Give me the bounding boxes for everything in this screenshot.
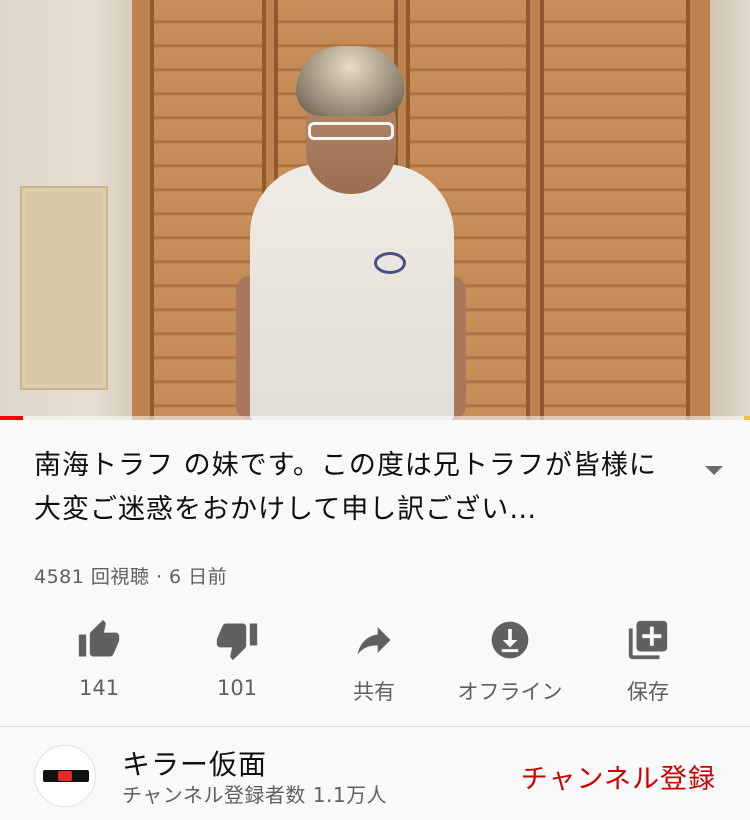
channel-row: キラー仮面 チャンネル登録者数 1.1万人 チャンネル登録 — [0, 727, 750, 820]
channel-name[interactable]: キラー仮面 — [122, 743, 267, 783]
closet-door — [540, 0, 690, 420]
view-count: 4581 回視聴 — [34, 566, 150, 588]
action-bar: 141 101 共有 オフライン 保存 — [0, 608, 750, 712]
thumbs-up-icon — [75, 616, 123, 664]
video-frame-wall-panel — [20, 186, 108, 390]
like-count: 141 — [78, 676, 120, 700]
meta-separator: · — [149, 566, 170, 588]
video-frame-person — [236, 46, 466, 420]
share-arrow-icon — [350, 616, 398, 664]
dislike-button[interactable]: 101 — [167, 608, 307, 712]
subscribe-button[interactable]: チャンネル登録 — [521, 757, 716, 796]
offline-label: オフライン — [457, 680, 563, 704]
offline-button[interactable]: オフライン — [440, 608, 580, 712]
add-to-playlist-icon — [624, 616, 672, 664]
video-meta: 4581 回視聴 · 6 日前 — [34, 562, 227, 589]
video-progress-buffer-end — [744, 416, 750, 420]
video-progress-played — [0, 416, 23, 420]
video-player[interactable] — [0, 0, 750, 420]
share-button[interactable]: 共有 — [304, 608, 444, 712]
video-title[interactable]: 南海トラフ の妹です。この度は兄トラフが皆様に大変ご迷惑をおかけして申し訳ござい… — [34, 444, 684, 532]
shirt-logo — [374, 252, 406, 274]
video-progress-track[interactable] — [0, 416, 750, 420]
thumbs-down-icon — [213, 616, 261, 664]
upload-age: 6 日前 — [169, 566, 228, 588]
channel-avatar[interactable] — [34, 745, 96, 807]
like-button[interactable]: 141 — [29, 608, 169, 712]
save-button[interactable]: 保存 — [578, 608, 718, 712]
dislike-count: 101 — [216, 676, 258, 700]
save-label: 保存 — [627, 680, 669, 704]
download-icon — [486, 616, 534, 664]
expand-description-chevron-icon[interactable] — [700, 456, 728, 484]
video-frame-wall-right — [710, 0, 750, 420]
share-label: 共有 — [353, 680, 395, 704]
subscriber-count: チャンネル登録者数 1.1万人 — [122, 783, 388, 807]
